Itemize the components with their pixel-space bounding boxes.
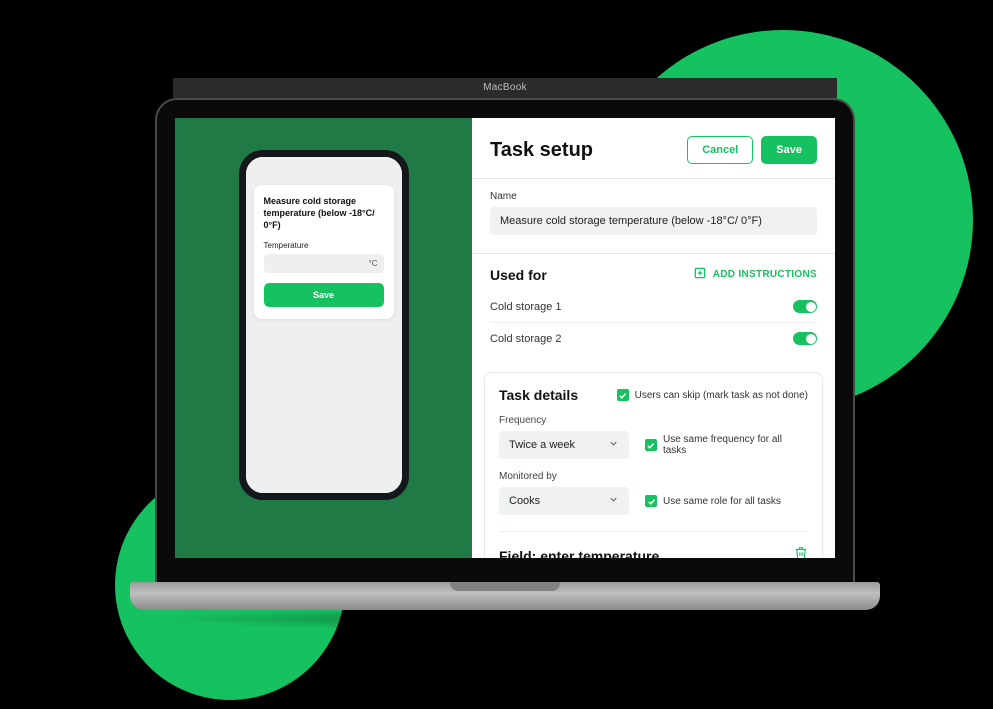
chevron-down-icon (608, 494, 619, 508)
laptop-mockup: Measure cold storage temperature (below … (130, 98, 880, 630)
preview-panel: Measure cold storage temperature (below … (175, 118, 472, 558)
phone-save-button[interactable]: Save (264, 283, 384, 307)
task-details-card: Task details Users can skip (mark task a… (484, 372, 823, 558)
same-frequency-label: Use same frequency for all tasks (663, 434, 808, 456)
trash-icon (794, 547, 808, 558)
add-instructions-button[interactable]: ADD INSTRUCTIONS (693, 266, 817, 283)
field-title: Field: enter temperature (499, 548, 659, 559)
same-role-label: Use same role for all tasks (663, 496, 781, 507)
monitored-by-select[interactable]: Cooks (499, 487, 629, 515)
name-input[interactable] (490, 207, 817, 235)
storage-toggle[interactable] (793, 300, 817, 313)
phone-mockup: Measure cold storage temperature (below … (239, 150, 409, 500)
storage-row: Cold storage 2 (490, 322, 817, 354)
storage-row: Cold storage 1 (490, 291, 817, 322)
task-card-title: Measure cold storage temperature (below … (264, 195, 384, 231)
setup-panel: Task setup Cancel Save Name (472, 118, 835, 558)
add-instructions-label: ADD INSTRUCTIONS (713, 269, 817, 280)
task-details-title: Task details (499, 387, 578, 403)
cancel-button[interactable]: Cancel (687, 136, 753, 164)
laptop-base (130, 582, 880, 610)
storage-name: Cold storage 1 (490, 301, 562, 313)
monitored-by-label: Monitored by (499, 471, 808, 482)
skip-checkbox[interactable] (617, 389, 629, 401)
page-title: Task setup (490, 139, 593, 162)
laptop-brand: MacBook (173, 78, 837, 98)
delete-field-button[interactable] (794, 546, 808, 558)
save-button[interactable]: Save (761, 136, 817, 164)
storage-name: Cold storage 2 (490, 333, 562, 345)
chevron-down-icon (608, 438, 619, 452)
temperature-label: Temperature (264, 241, 384, 250)
same-role-checkbox[interactable] (645, 495, 657, 507)
used-for-title: Used for (490, 267, 547, 283)
skip-checkbox-label: Users can skip (mark task as not done) (635, 390, 808, 401)
frequency-label: Frequency (499, 415, 808, 426)
task-card: Measure cold storage temperature (below … (254, 185, 394, 319)
same-frequency-checkbox[interactable] (645, 439, 657, 451)
name-label: Name (490, 191, 817, 202)
temperature-input[interactable]: °C (264, 254, 384, 273)
storage-toggle[interactable] (793, 332, 817, 345)
add-instructions-icon (693, 266, 707, 283)
frequency-select[interactable]: Twice a week (499, 431, 629, 459)
